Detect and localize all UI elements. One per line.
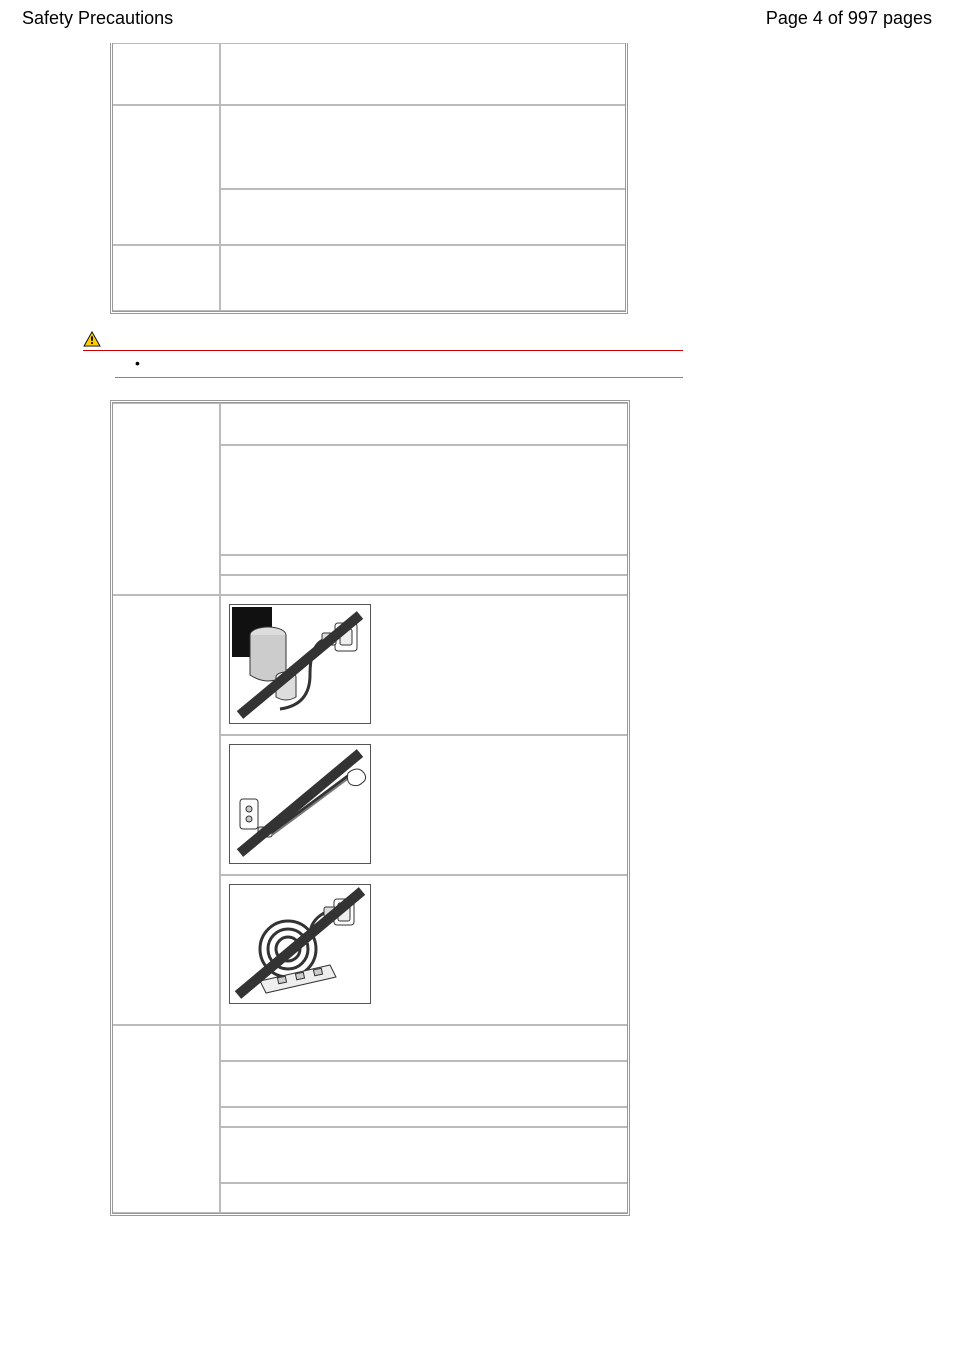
table-cell	[220, 1061, 627, 1107]
power-plug-objects-illustration	[229, 604, 371, 724]
table-cell	[113, 105, 220, 245]
table-row	[113, 105, 625, 189]
page: Safety Precautions Page 4 of 997 pages	[0, 0, 954, 1216]
table-cell	[113, 245, 220, 311]
table-cell	[220, 105, 625, 189]
pulling-cord-illustration	[229, 744, 371, 864]
table-row	[113, 403, 627, 445]
table-cell	[220, 403, 627, 445]
safety-table-2	[110, 400, 630, 1216]
page-indicator: Page 4 of 997 pages	[766, 8, 932, 29]
table-cell	[220, 1183, 627, 1213]
bullet-icon: •	[135, 355, 140, 371]
table-cell	[220, 1107, 627, 1127]
doc-title: Safety Precautions	[22, 8, 173, 29]
caution-heading-row	[83, 328, 683, 351]
table-cell	[220, 43, 625, 105]
table-row	[113, 595, 627, 735]
table-cell	[220, 1025, 627, 1061]
table-cell	[113, 1025, 220, 1213]
table-cell	[113, 595, 220, 1025]
table-row	[113, 1025, 627, 1061]
table-cell	[220, 555, 627, 575]
warning-icon	[83, 331, 101, 347]
page-header: Safety Precautions Page 4 of 997 pages	[0, 0, 954, 29]
table-cell	[220, 1127, 627, 1183]
table-cell	[220, 575, 627, 595]
table-cell	[113, 43, 220, 105]
table-cell	[220, 189, 625, 245]
table-cell	[113, 403, 220, 595]
table-cell	[220, 595, 627, 735]
table-row	[113, 43, 625, 105]
table-cell	[220, 735, 627, 875]
coiled-cord-adapter-illustration	[229, 884, 371, 1004]
caution-bullet-row: •	[115, 353, 683, 378]
table-cell	[220, 245, 625, 311]
table-cell	[220, 445, 627, 555]
table-cell	[220, 875, 627, 1025]
table-row	[113, 245, 625, 311]
content-area: •	[55, 43, 685, 1216]
safety-table-1	[110, 43, 628, 314]
